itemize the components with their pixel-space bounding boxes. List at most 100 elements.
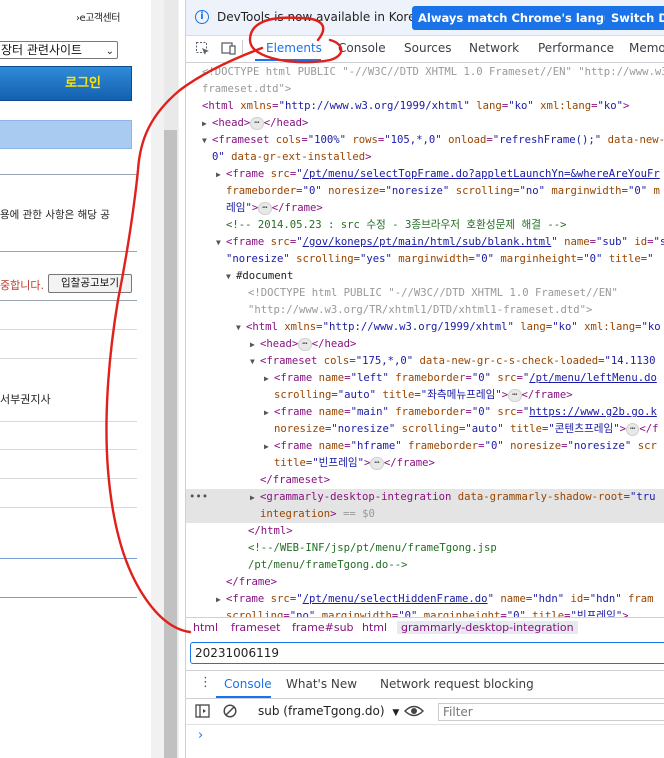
dom-tree-row[interactable]: </frameset> [260, 472, 330, 489]
collapsed-ellipsis[interactable]: ⋯ [625, 422, 640, 436]
drawer-tab-console[interactable]: Console [224, 677, 272, 691]
tab-console[interactable]: Console [338, 41, 386, 55]
tab-sources[interactable]: Sources [404, 41, 451, 55]
active-tab-indicator [255, 59, 321, 61]
dom-tree-row[interactable]: 0" data-gr-ext-installed> [212, 149, 371, 166]
blue-banner [0, 120, 132, 149]
dropdown-arrow-icon: ▼ [392, 708, 400, 718]
divider [0, 478, 137, 479]
divider [0, 251, 137, 252]
divider [0, 507, 137, 508]
dom-tree-row[interactable]: ▶ <frame src="/pt/menu/selectHiddenFrame.… [216, 591, 653, 608]
branch-link[interactable]: 서부권지사 [0, 391, 51, 407]
dom-tree-row[interactable]: ▼ <frameset cols="175,*,0" data-new-gr-c-… [250, 353, 656, 370]
console-prompt[interactable]: › [198, 728, 203, 743]
bid-announcement-button[interactable]: 입찰공고보기 [48, 274, 132, 293]
more-options-icon[interactable]: ⋮ [199, 675, 212, 690]
breadcrumb-item[interactable]: grammarly-desktop-integration [397, 621, 578, 634]
divider [0, 300, 137, 301]
dom-tree-row[interactable]: </html> [248, 523, 293, 540]
scrollbar-thumb[interactable] [164, 130, 177, 758]
breadcrumb-item[interactable]: frame#sub [292, 621, 354, 634]
dom-tree-row[interactable]: ▶ <head> ⋯ </head> [202, 115, 308, 132]
console-drawer: ⋮ Console What's New Network request blo… [186, 670, 664, 758]
dom-tree-row[interactable]: ▶ <frame src="/pt/menu/selectTopFrame.do?… [216, 166, 660, 183]
dom-tree-row[interactable]: <!--/WEB-INF/jsp/pt/menu/frameTgong.jsp [248, 540, 497, 557]
drawer-tab-network-request-blocking[interactable]: Network request blocking [380, 677, 534, 691]
chevron-down-icon: ⌄ [105, 46, 114, 57]
dom-tree-row[interactable]: scrolling="no" marginwidth="0" marginhei… [226, 608, 629, 617]
dom-search-input[interactable]: 20231006119 [190, 642, 664, 664]
breadcrumb-item[interactable]: html [362, 621, 387, 634]
divider [0, 358, 137, 359]
dom-tree-row[interactable]: <!-- 2014.05.23 : src 수정 - 3종브라우저 호환성문제 … [226, 217, 567, 234]
collapsed-ellipsis[interactable]: ⋯ [508, 388, 522, 402]
inspect-element-icon[interactable] [195, 41, 211, 55]
tab-performance[interactable]: Performance [538, 41, 614, 55]
red-notice-text: 중합니다. [0, 279, 44, 292]
dom-tree-row[interactable]: noresize="noresize" scrolling="auto" tit… [274, 421, 659, 438]
dom-tree-row[interactable]: /pt/menu/frameTgong.do--> [248, 557, 407, 574]
context-selector[interactable]: sub (frameTgong.do) ▼ [258, 704, 399, 718]
collapsed-ellipsis[interactable]: ⋯ [258, 201, 272, 215]
devtools-panel: i DevTools is now available in Korean! A… [185, 0, 664, 758]
dom-tree-row[interactable]: frameset.dtd"> [202, 81, 291, 98]
tab-elements[interactable]: Elements [266, 41, 322, 55]
dom-tree-row[interactable]: ▼ <frameset cols="100%" rows="105,*,0" on… [202, 132, 664, 149]
page-gutter [137, 0, 151, 758]
info-message: DevTools is now available in Korean! [217, 10, 436, 24]
dom-tree-row[interactable]: <!DOCTYPE html PUBLIC "-//W3C//DTD XHTML… [248, 285, 618, 302]
breadcrumb-item[interactable]: html [193, 621, 218, 634]
dom-tree-row[interactable]: ▼ <frame src="/gov/koneps/pt/main/html/su… [216, 234, 664, 251]
device-toolbar-icon[interactable] [221, 41, 237, 55]
tab-memory[interactable]: Memo [629, 41, 664, 55]
login-button[interactable]: 로그인 [0, 66, 132, 101]
dom-tree-row[interactable]: integration> == $0 [260, 506, 375, 523]
dom-tree-row[interactable]: <!DOCTYPE html PUBLIC "-//W3C//DTD XHTML… [202, 64, 664, 81]
console-toolbar: sub (frameTgong.do) ▼ Filter [186, 700, 664, 725]
node-actions-icon[interactable]: ••• [189, 489, 208, 506]
dom-tree-row[interactable]: ▶ <frame name="main" frameborder="0" src=… [264, 404, 657, 421]
breadcrumb-item[interactable]: frameset [231, 621, 280, 634]
dom-tree-row[interactable]: ▼ <html xmlns="http://www.w3.org/1999/xht… [236, 319, 661, 336]
divider [0, 174, 137, 175]
related-sites-select-value: 장터 관련사이트 [1, 43, 83, 57]
clear-console-icon[interactable] [223, 704, 237, 722]
divider [0, 449, 137, 450]
dom-tree-row[interactable]: ▶ <frame name="hframe" frameborder="0" no… [264, 438, 657, 455]
switch-language-button[interactable]: Switch De [605, 6, 664, 30]
related-sites-select[interactable]: 장터 관련사이트 ⌄ [0, 41, 118, 59]
dom-tree-row[interactable]: title="빈프레임"> ⋯ </frame> [274, 455, 435, 472]
collapsed-ellipsis[interactable]: ⋯ [250, 116, 264, 130]
tab-network[interactable]: Network [469, 41, 519, 55]
notice-text: 용에 관한 사항은 해당 공 [0, 209, 110, 221]
dom-tree-row[interactable]: ▼ #document [226, 268, 293, 285]
dom-tree-row[interactable]: ▶ <grammarly-desktop-integration data-gra… [250, 489, 655, 506]
active-drawer-tab-indicator [216, 696, 271, 698]
dom-tree-row[interactable]: frameborder="0" noresize="noresize" scro… [226, 183, 660, 200]
dom-tree[interactable]: ••• <!DOCTYPE html PUBLIC "-//W3C//DTD XH… [186, 62, 664, 617]
info-icon: i [195, 10, 209, 24]
collapsed-ellipsis[interactable]: ⋯ [298, 337, 312, 351]
breadcrumb: html frameset frame#sub html grammarly-deskt… [186, 617, 664, 639]
dom-tree-row[interactable]: ▶ <frame name="left" frameborder="0" src=… [264, 370, 657, 387]
dom-tree-row[interactable]: </frame> [226, 574, 277, 591]
dom-tree-row[interactable]: ▶ <head> ⋯ </head> [250, 336, 356, 353]
language-info-bar: i DevTools is now available in Korean! A… [186, 0, 664, 36]
dom-tree-row[interactable]: <html xmlns="http://www.w3.org/1999/xhtm… [202, 98, 629, 115]
devtools-tab-bar: Elements Console Sources Network Perform… [186, 36, 664, 63]
collapsed-ellipsis[interactable]: ⋯ [370, 456, 384, 470]
live-expression-eye-icon[interactable] [404, 704, 424, 722]
dom-tree-row[interactable]: 레임"> ⋯ </frame> [226, 200, 323, 217]
divider [0, 597, 137, 598]
divider [0, 421, 137, 422]
toolbar-separator [242, 40, 243, 56]
customer-center-link[interactable]: ›e고객센터 [76, 9, 120, 24]
dom-tree-row[interactable]: scrolling="auto" title="좌측메뉴프레임"> ⋯ </fram… [274, 387, 573, 404]
divider [0, 558, 137, 559]
sidebar-toggle-icon[interactable] [195, 704, 210, 722]
dom-tree-row[interactable]: "noresize" scrolling="yes" marginwidth="… [226, 251, 653, 268]
dom-tree-row[interactable]: "http://www.w3.org/TR/xhtml1/DTD/xhtml1-… [248, 302, 592, 319]
console-filter-input[interactable]: Filter [438, 703, 664, 721]
drawer-tab-whats-new[interactable]: What's New [286, 677, 357, 691]
